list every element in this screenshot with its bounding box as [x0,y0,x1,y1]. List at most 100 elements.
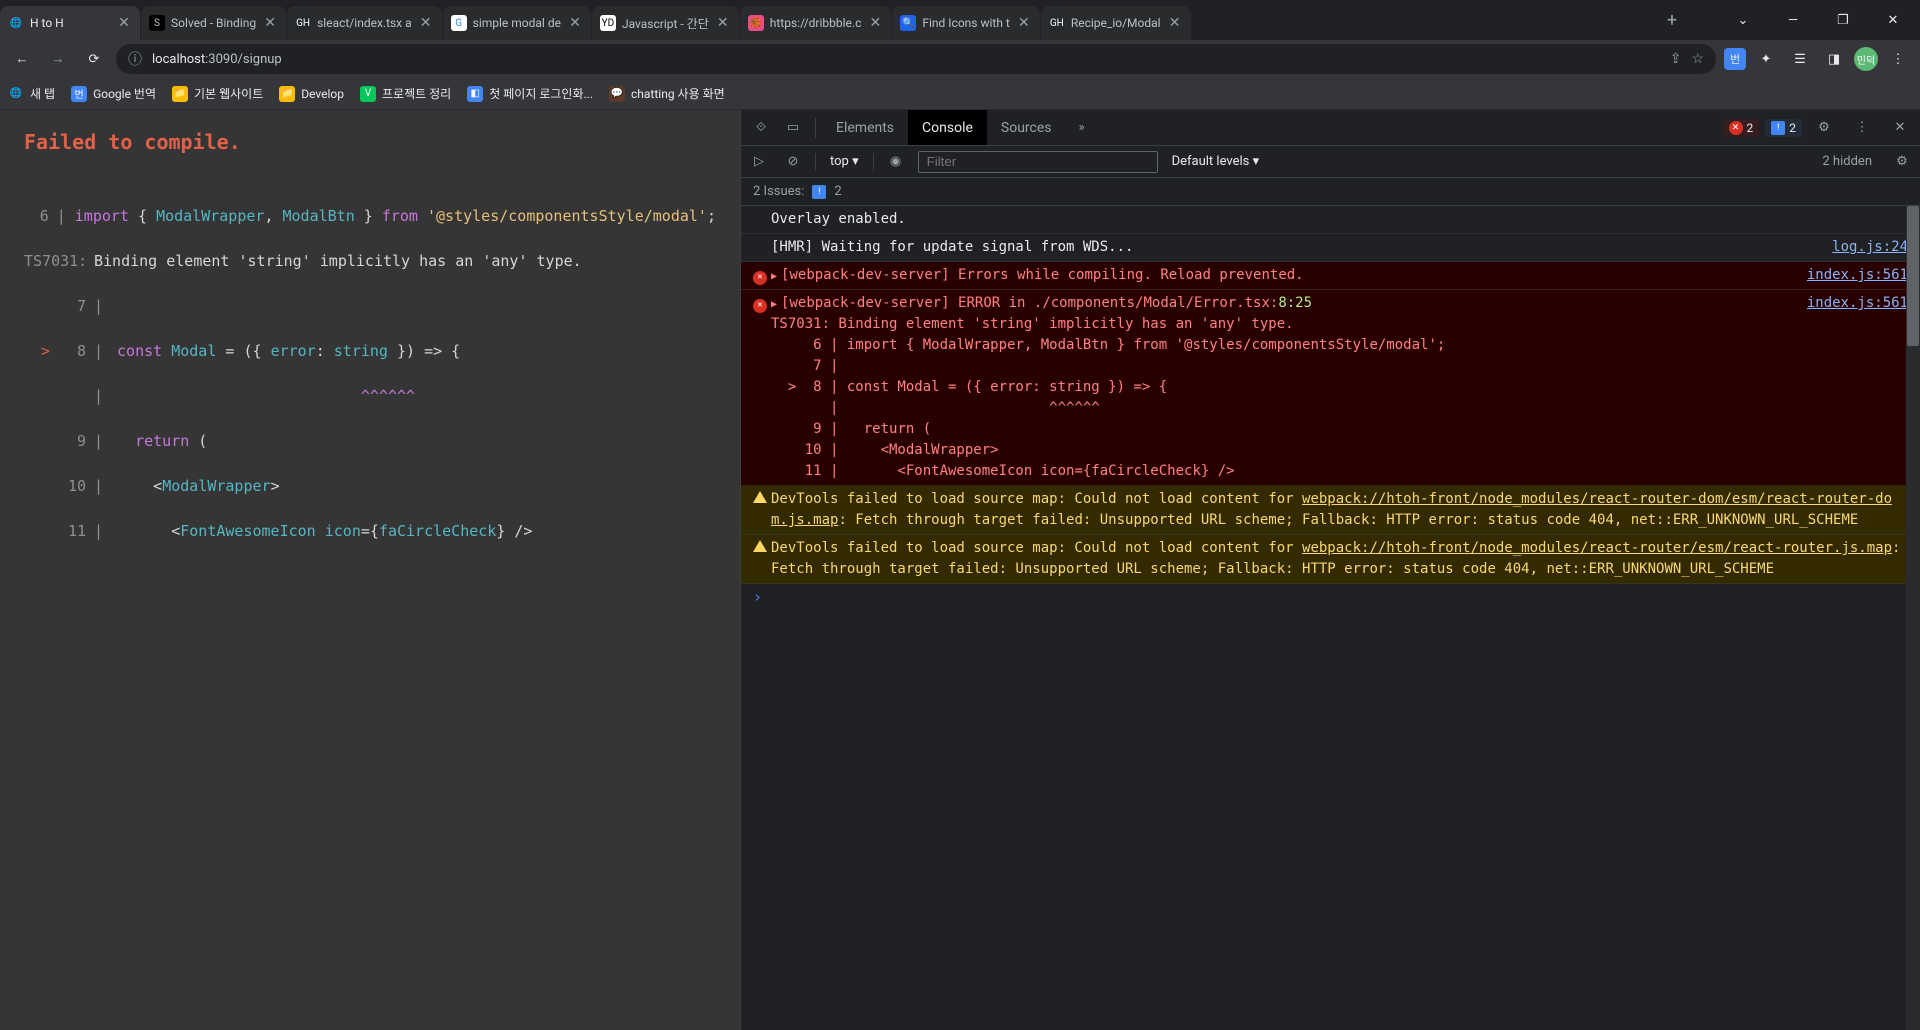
reload-button[interactable]: ⟳ [80,45,108,73]
bookmark-item[interactable]: 📁Develop [279,86,344,102]
share-icon[interactable]: ⇪ [1670,51,1682,67]
context-select[interactable]: top ▾ [826,152,863,171]
browser-tab[interactable]: GH sleact/index.tsx a ✕ [287,6,442,40]
bookmark-icon: 🌐 [8,86,24,102]
bookmark-label: 새 탭 [30,85,55,102]
tab-close-icon[interactable]: ✕ [1167,15,1183,31]
bookmark-label: 기본 웹사이트 [194,85,263,102]
tab-favicon: YD [600,15,616,31]
tab-favicon: 🌐 [8,15,24,31]
tab-close-icon[interactable]: ✕ [262,15,278,31]
maximize-button[interactable]: ❐ [1820,5,1866,35]
bookmark-item[interactable]: 💬chatting 사용 화면 [609,85,725,102]
source-link[interactable]: log.js:24 [1824,237,1908,258]
profile-avatar[interactable]: 민덕 [1854,47,1878,71]
issues-badge[interactable]: !2 [1765,119,1802,137]
browser-tab[interactable]: 🔍 Find Icons with t ✕ [892,6,1039,40]
browser-tab[interactable]: Gsimple modal de✕ [443,6,591,40]
scrollbar-thumb[interactable] [1907,206,1919,346]
device-toolbar-icon[interactable]: ▭ [777,112,809,144]
console-sidebar-icon[interactable]: ▷ [747,150,771,174]
browser-tab[interactable]: YD Javascript - 간단 ✕ [592,6,739,40]
console-prompt[interactable]: › [741,584,1920,610]
url-host: localhost:3090/signup [152,52,282,67]
log-row-error: ✕ ▶[webpack-dev-server] ERROR in ./compo… [741,290,1920,486]
side-panel-icon[interactable]: ◨ [1820,45,1848,73]
address-bar[interactable]: ⓘ localhost:3090/signup ⇪ ☆ [116,44,1716,74]
source-map-link[interactable]: webpack://htoh-front/node_modules/react-… [1302,540,1892,556]
forward-button[interactable]: → [44,45,72,73]
tab-title: Javascript - 간단 [622,15,709,32]
reading-list-icon[interactable]: ☰ [1786,45,1814,73]
clear-console-icon[interactable]: ⊘ [781,150,805,174]
tab-title: Find Icons with t [922,16,1009,30]
tab-title: H to H [30,16,110,30]
back-button[interactable]: ← [8,45,36,73]
tab-title: sleact/index.tsx a [317,16,412,30]
bookmark-label: 프로젝트 정리 [382,85,451,102]
ts-error-line: TS7031: Binding element 'string' implici… [24,250,716,273]
tab-close-icon[interactable]: ✕ [116,15,132,31]
new-tab-button[interactable]: + [1658,6,1686,34]
tab-console[interactable]: Console [908,110,987,145]
source-link[interactable]: index.js:561 [1799,293,1908,482]
tab-close-icon[interactable]: ✕ [715,15,731,31]
bookmark-item[interactable]: 번Google 번역 [71,85,156,102]
browser-tab[interactable]: GH Recipe_io/Modal ✕ [1041,6,1191,40]
log-row: Overlay enabled. [741,206,1920,234]
bookmark-item[interactable]: ◧첫 페이지 로그인화... [467,85,593,102]
menu-icon[interactable]: ⋮ [1884,45,1912,73]
tab-close-icon[interactable]: ✕ [867,15,883,31]
star-icon[interactable]: ☆ [1691,51,1704,67]
log-row-warning: DevTools failed to load source map: Coul… [741,535,1920,584]
bookmark-icon: V [360,86,376,102]
tab-title: Recipe_io/Modal [1071,16,1161,30]
bookmark-label: chatting 사용 화면 [631,85,725,102]
warning-icon [753,491,767,503]
tab-sources[interactable]: Sources [987,110,1066,145]
bookmark-item[interactable]: 📁기본 웹사이트 [172,85,263,102]
content-area: Failed to compile. 6| import { ModalWrap… [0,110,1920,1030]
live-expression-icon[interactable]: ◉ [884,150,908,174]
devtools-panel: ⟐ ▭ Elements Console Sources » ✕2 !2 ⚙ ⋮… [740,110,1920,1030]
tab-close-icon[interactable]: ✕ [567,15,583,31]
devtools-menu-icon[interactable]: ⋮ [1846,112,1878,144]
minimize-button[interactable]: ― [1770,5,1816,35]
hidden-count[interactable]: 2 hidden [1822,154,1880,169]
devtools-tabbar: ⟐ ▭ Elements Console Sources » ✕2 !2 ⚙ ⋮… [741,110,1920,146]
extensions-icon[interactable]: ✦ [1752,45,1780,73]
inspect-icon[interactable]: ⟐ [745,112,777,144]
bookmark-item[interactable]: 🌐 새 탭 [8,85,55,102]
tab-favicon: GH [1049,15,1065,31]
tab-title: https://dribbble.c [770,16,862,30]
issues-bar[interactable]: 2 Issues: ! 2 [741,178,1920,206]
compile-error-title: Failed to compile. [24,130,716,154]
translate-icon[interactable]: 번 [1724,48,1746,70]
console-settings-icon[interactable]: ⚙ [1890,150,1914,174]
tab-title: Solved - Binding [171,16,256,30]
close-devtools-icon[interactable]: ✕ [1884,112,1916,144]
settings-icon[interactable]: ⚙ [1808,112,1840,144]
tab-favicon: GH [295,15,311,31]
errors-badge[interactable]: ✕2 [1723,119,1760,137]
filter-input[interactable] [918,151,1158,173]
console-toolbar: ▷ ⊘ top ▾ ◉ Default levels ▾ 2 hidden ⚙ [741,146,1920,178]
log-levels-select[interactable]: Default levels ▾ [1168,152,1264,171]
close-window-button[interactable]: ✕ [1870,5,1916,35]
tab-elements[interactable]: Elements [822,110,908,145]
source-link[interactable]: index.js:561 [1799,265,1908,286]
bookmark-item[interactable]: V 프로젝트 정리 [360,85,451,102]
browser-tab[interactable]: 🌐 H to H ✕ [0,6,140,40]
tab-close-icon[interactable]: ✕ [1016,15,1032,31]
caret-down-icon[interactable]: ⌄ [1720,5,1766,35]
window-controls: ⌄ ― ❐ ✕ [1720,5,1920,35]
disclosure-icon[interactable]: ▶ [771,271,781,282]
scrollbar[interactable] [1906,206,1920,1030]
tab-favicon: 🔍 [900,15,916,31]
browser-tab[interactable]: SSolved - Binding✕ [141,6,286,40]
browser-tab[interactable]: 🏀https://dribbble.c✕ [740,6,892,40]
tab-close-icon[interactable]: ✕ [418,15,434,31]
more-tabs-icon[interactable]: » [1066,112,1098,144]
browser-tabs: 🌐H to H✕SSolved - Binding✕GHsleact/index… [0,0,1658,40]
disclosure-icon[interactable]: ▶ [771,299,781,310]
